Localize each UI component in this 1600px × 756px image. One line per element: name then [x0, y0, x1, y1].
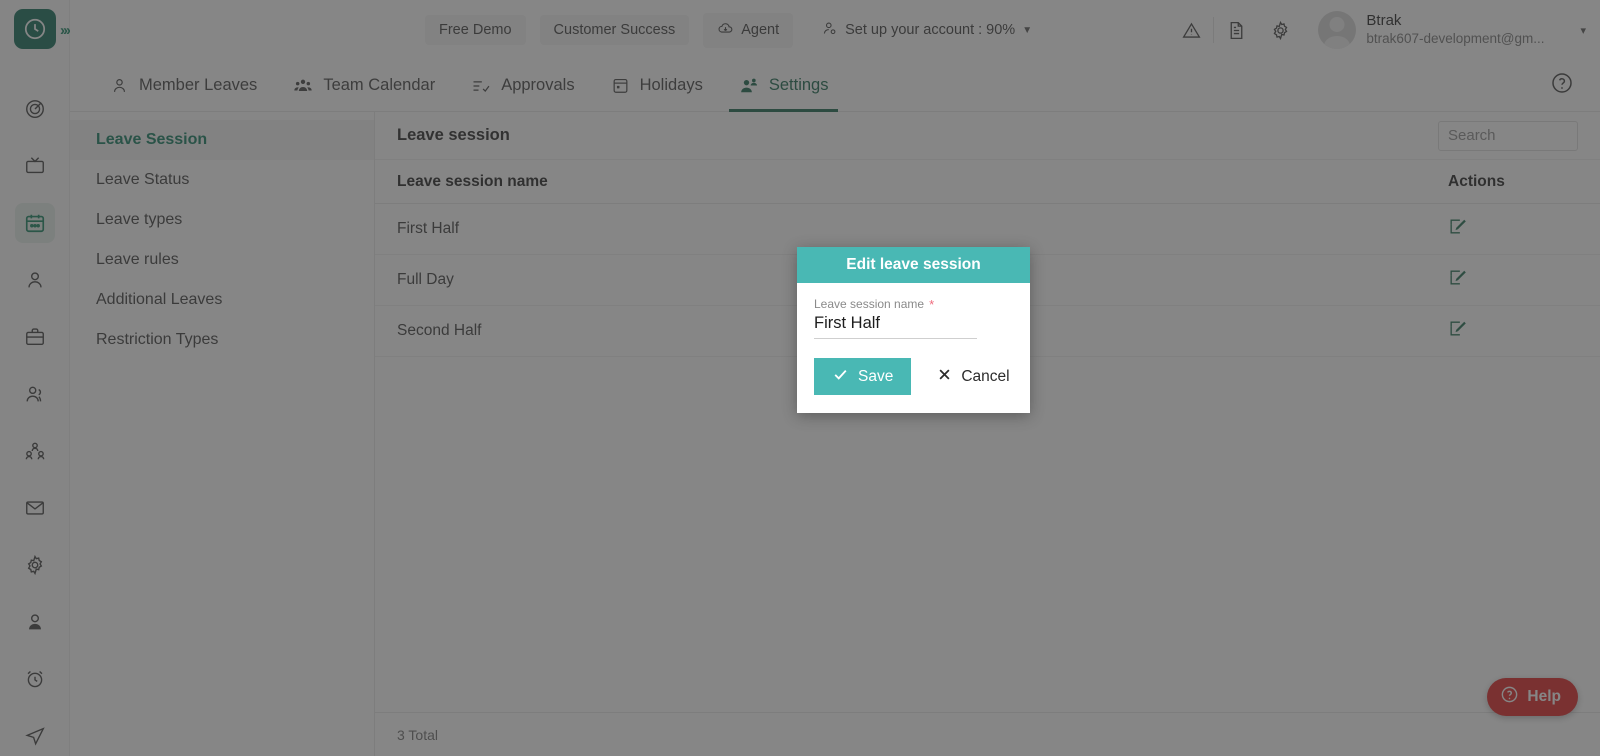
field-label-group: Leave session name * — [814, 297, 1013, 311]
cancel-button[interactable]: Cancel — [919, 358, 1028, 395]
check-icon — [832, 366, 849, 388]
dialog-actions: Save Cancel — [797, 339, 1030, 413]
edit-leave-session-dialog: Edit leave session Leave session name * … — [797, 247, 1030, 413]
leave-session-name-input[interactable]: First Half — [814, 311, 977, 339]
dialog-title: Edit leave session — [797, 247, 1030, 283]
required-marker: * — [929, 296, 935, 312]
save-button-label: Save — [858, 367, 894, 385]
close-x-icon — [937, 367, 952, 387]
field-label: Leave session name — [814, 297, 925, 311]
dialog-body: Leave session name * First Half — [797, 283, 1030, 339]
cancel-button-label: Cancel — [961, 367, 1010, 385]
save-button[interactable]: Save — [814, 358, 912, 395]
